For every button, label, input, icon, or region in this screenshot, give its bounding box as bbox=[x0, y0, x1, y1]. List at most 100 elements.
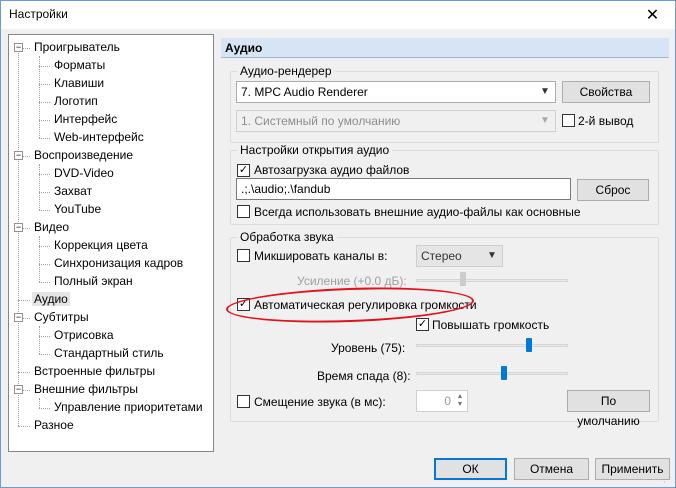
level-slider-thumb[interactable] bbox=[525, 338, 532, 352]
collapse-icon[interactable]: − bbox=[14, 151, 23, 160]
cancel-button[interactable]: Отмена bbox=[514, 458, 589, 480]
tree-connector bbox=[18, 300, 30, 301]
tree-item[interactable]: Синхронизация кадров bbox=[52, 255, 185, 272]
boost-volume-checkbox[interactable]: ✓ bbox=[416, 318, 429, 331]
tree-item[interactable]: Захват bbox=[52, 183, 94, 200]
audio-shift-label: Смещение звука (в мс): bbox=[254, 395, 386, 409]
fall-time-slider-track[interactable] bbox=[416, 372, 568, 375]
autoload-label: Автозагрузка аудио файлов bbox=[254, 163, 410, 177]
autoload-checkbox[interactable]: ✓ bbox=[237, 164, 250, 177]
properties-button[interactable]: Свойства bbox=[562, 81, 650, 103]
second-output-select-value: 1. Системный по умолчанию bbox=[241, 114, 401, 128]
tree-item[interactable]: Внешние фильтры bbox=[32, 381, 140, 398]
tree-item-label: Захват bbox=[54, 184, 93, 198]
tree-item-label: Web-интерфейс bbox=[54, 130, 144, 144]
tree-item[interactable]: Разное bbox=[32, 417, 76, 434]
tree-item[interactable]: Интерфейс bbox=[52, 111, 119, 128]
tree-item-label: Воспроизведение bbox=[34, 148, 134, 162]
collapse-icon[interactable]: − bbox=[14, 385, 23, 394]
always-external-checkbox[interactable] bbox=[237, 205, 250, 218]
reset-button[interactable]: Сброс bbox=[577, 179, 649, 201]
tree-item-label: Встроенные фильтры bbox=[34, 364, 156, 378]
tree-item[interactable]: Проигрыватель bbox=[32, 39, 122, 56]
tree-branch-line bbox=[39, 164, 40, 210]
tree-connector bbox=[39, 102, 50, 103]
tree-connector bbox=[18, 426, 30, 427]
always-external-label: Всегда использовать внешние аудио-файлы … bbox=[254, 205, 581, 219]
level-label: Уровень (75): bbox=[331, 341, 406, 355]
tree-connector bbox=[39, 336, 50, 337]
tree-item-label: Субтитры bbox=[34, 310, 89, 324]
second-output-checkbox[interactable] bbox=[562, 114, 575, 127]
tree-connector bbox=[39, 138, 50, 139]
mix-channels-value: Стерео bbox=[421, 249, 462, 263]
tree-connector bbox=[39, 84, 50, 85]
tree-item-label: Внешние фильтры bbox=[34, 382, 138, 396]
tree-connector bbox=[18, 372, 30, 373]
processing-group-legend: Обработка звука bbox=[240, 230, 334, 244]
tree-item[interactable]: YouTube bbox=[52, 201, 103, 218]
tree-item[interactable]: Воспроизведение bbox=[32, 147, 135, 164]
tree-item-label: Синхронизация кадров bbox=[54, 256, 184, 270]
tree-connector bbox=[39, 264, 50, 265]
tree-connector bbox=[39, 174, 50, 175]
collapse-icon[interactable]: − bbox=[14, 313, 23, 322]
tree-item[interactable]: Коррекция цвета bbox=[52, 237, 150, 254]
tree-root-line bbox=[18, 48, 19, 426]
tree-item[interactable]: Клавиши bbox=[52, 75, 106, 92]
tree-item-label: Аудио bbox=[32, 292, 70, 306]
second-output-select[interactable]: 1. Системный по умолчанию ▼ bbox=[236, 110, 556, 132]
tree-item[interactable]: Видео bbox=[32, 219, 71, 236]
tree-item-label: Проигрыватель bbox=[34, 40, 120, 54]
mix-channels-select[interactable]: Стерео ▼ bbox=[416, 245, 503, 267]
resize-grip-icon[interactable]: ⋰ bbox=[663, 475, 673, 485]
tree-item[interactable]: Форматы bbox=[52, 57, 107, 74]
tree-item[interactable]: Web-интерфейс bbox=[52, 129, 146, 146]
tree-item-label: Логотип bbox=[54, 94, 98, 108]
renderer-select[interactable]: 7. MPC Audio Renderer ▼ bbox=[236, 81, 556, 103]
tree-branch-line bbox=[39, 56, 40, 138]
tree-branch-line bbox=[39, 398, 40, 408]
tree-connector bbox=[39, 408, 50, 409]
second-output-label: 2-й вывод bbox=[578, 114, 634, 128]
fall-time-label: Время спада (8): bbox=[317, 369, 411, 383]
audio-shift-checkbox[interactable] bbox=[237, 395, 250, 408]
tree-item[interactable]: Полный экран bbox=[52, 273, 135, 290]
tree-item[interactable]: Стандартный стиль bbox=[52, 345, 166, 362]
tree-item-label: Форматы bbox=[54, 58, 106, 72]
tree-item[interactable]: Логотип bbox=[52, 93, 100, 110]
close-icon[interactable]: ✕ bbox=[630, 1, 675, 29]
tree-branch-line bbox=[39, 236, 40, 282]
tree-item[interactable]: DVD-Video bbox=[52, 165, 116, 182]
gain-slider-thumb[interactable] bbox=[459, 272, 466, 286]
tree-item[interactable]: Отрисовка bbox=[52, 327, 116, 344]
defaults-button[interactable]: По умолчанию bbox=[567, 390, 650, 428]
collapse-icon[interactable]: − bbox=[14, 43, 23, 52]
tree-item[interactable]: Субтитры bbox=[32, 309, 91, 326]
tree-item-label: Разное bbox=[34, 418, 74, 432]
tree-item[interactable]: Управление приоритетами bbox=[52, 399, 205, 416]
tree-connector bbox=[39, 246, 50, 247]
tree-item-label: Клавиши bbox=[54, 76, 105, 90]
apply-button[interactable]: Применить bbox=[595, 458, 670, 480]
collapse-icon[interactable]: − bbox=[14, 223, 23, 232]
gain-slider-track[interactable] bbox=[416, 279, 568, 282]
fall-time-slider-thumb[interactable] bbox=[500, 366, 507, 380]
tree-item[interactable]: Встроенные фильтры bbox=[32, 363, 157, 380]
level-slider-track[interactable] bbox=[416, 344, 568, 347]
ok-button[interactable]: ОК bbox=[434, 458, 507, 480]
tree-connector bbox=[39, 66, 50, 67]
tree-connector bbox=[39, 282, 50, 283]
tree-item-label: Стандартный стиль bbox=[54, 346, 164, 360]
tree-item[interactable]: Аудио bbox=[32, 291, 70, 308]
settings-tree[interactable]: Проигрыватель − Форматы Клавиши Логотип Интер… bbox=[8, 34, 214, 452]
tree-connector bbox=[39, 354, 50, 355]
tree-item-label: YouTube bbox=[54, 202, 102, 216]
spin-arrows-icon[interactable]: ▲ ▼ bbox=[453, 391, 467, 411]
mix-channels-checkbox[interactable] bbox=[237, 249, 250, 262]
tree-item-label: Управление приоритетами bbox=[54, 400, 203, 414]
title-bar: Настройки ✕ bbox=[1, 1, 675, 29]
boost-volume-label: Повышать громкость bbox=[432, 318, 550, 332]
audio-paths-input[interactable]: .;.\audio;.\fandub bbox=[236, 178, 571, 200]
tree-item-label: Отрисовка bbox=[54, 328, 114, 342]
